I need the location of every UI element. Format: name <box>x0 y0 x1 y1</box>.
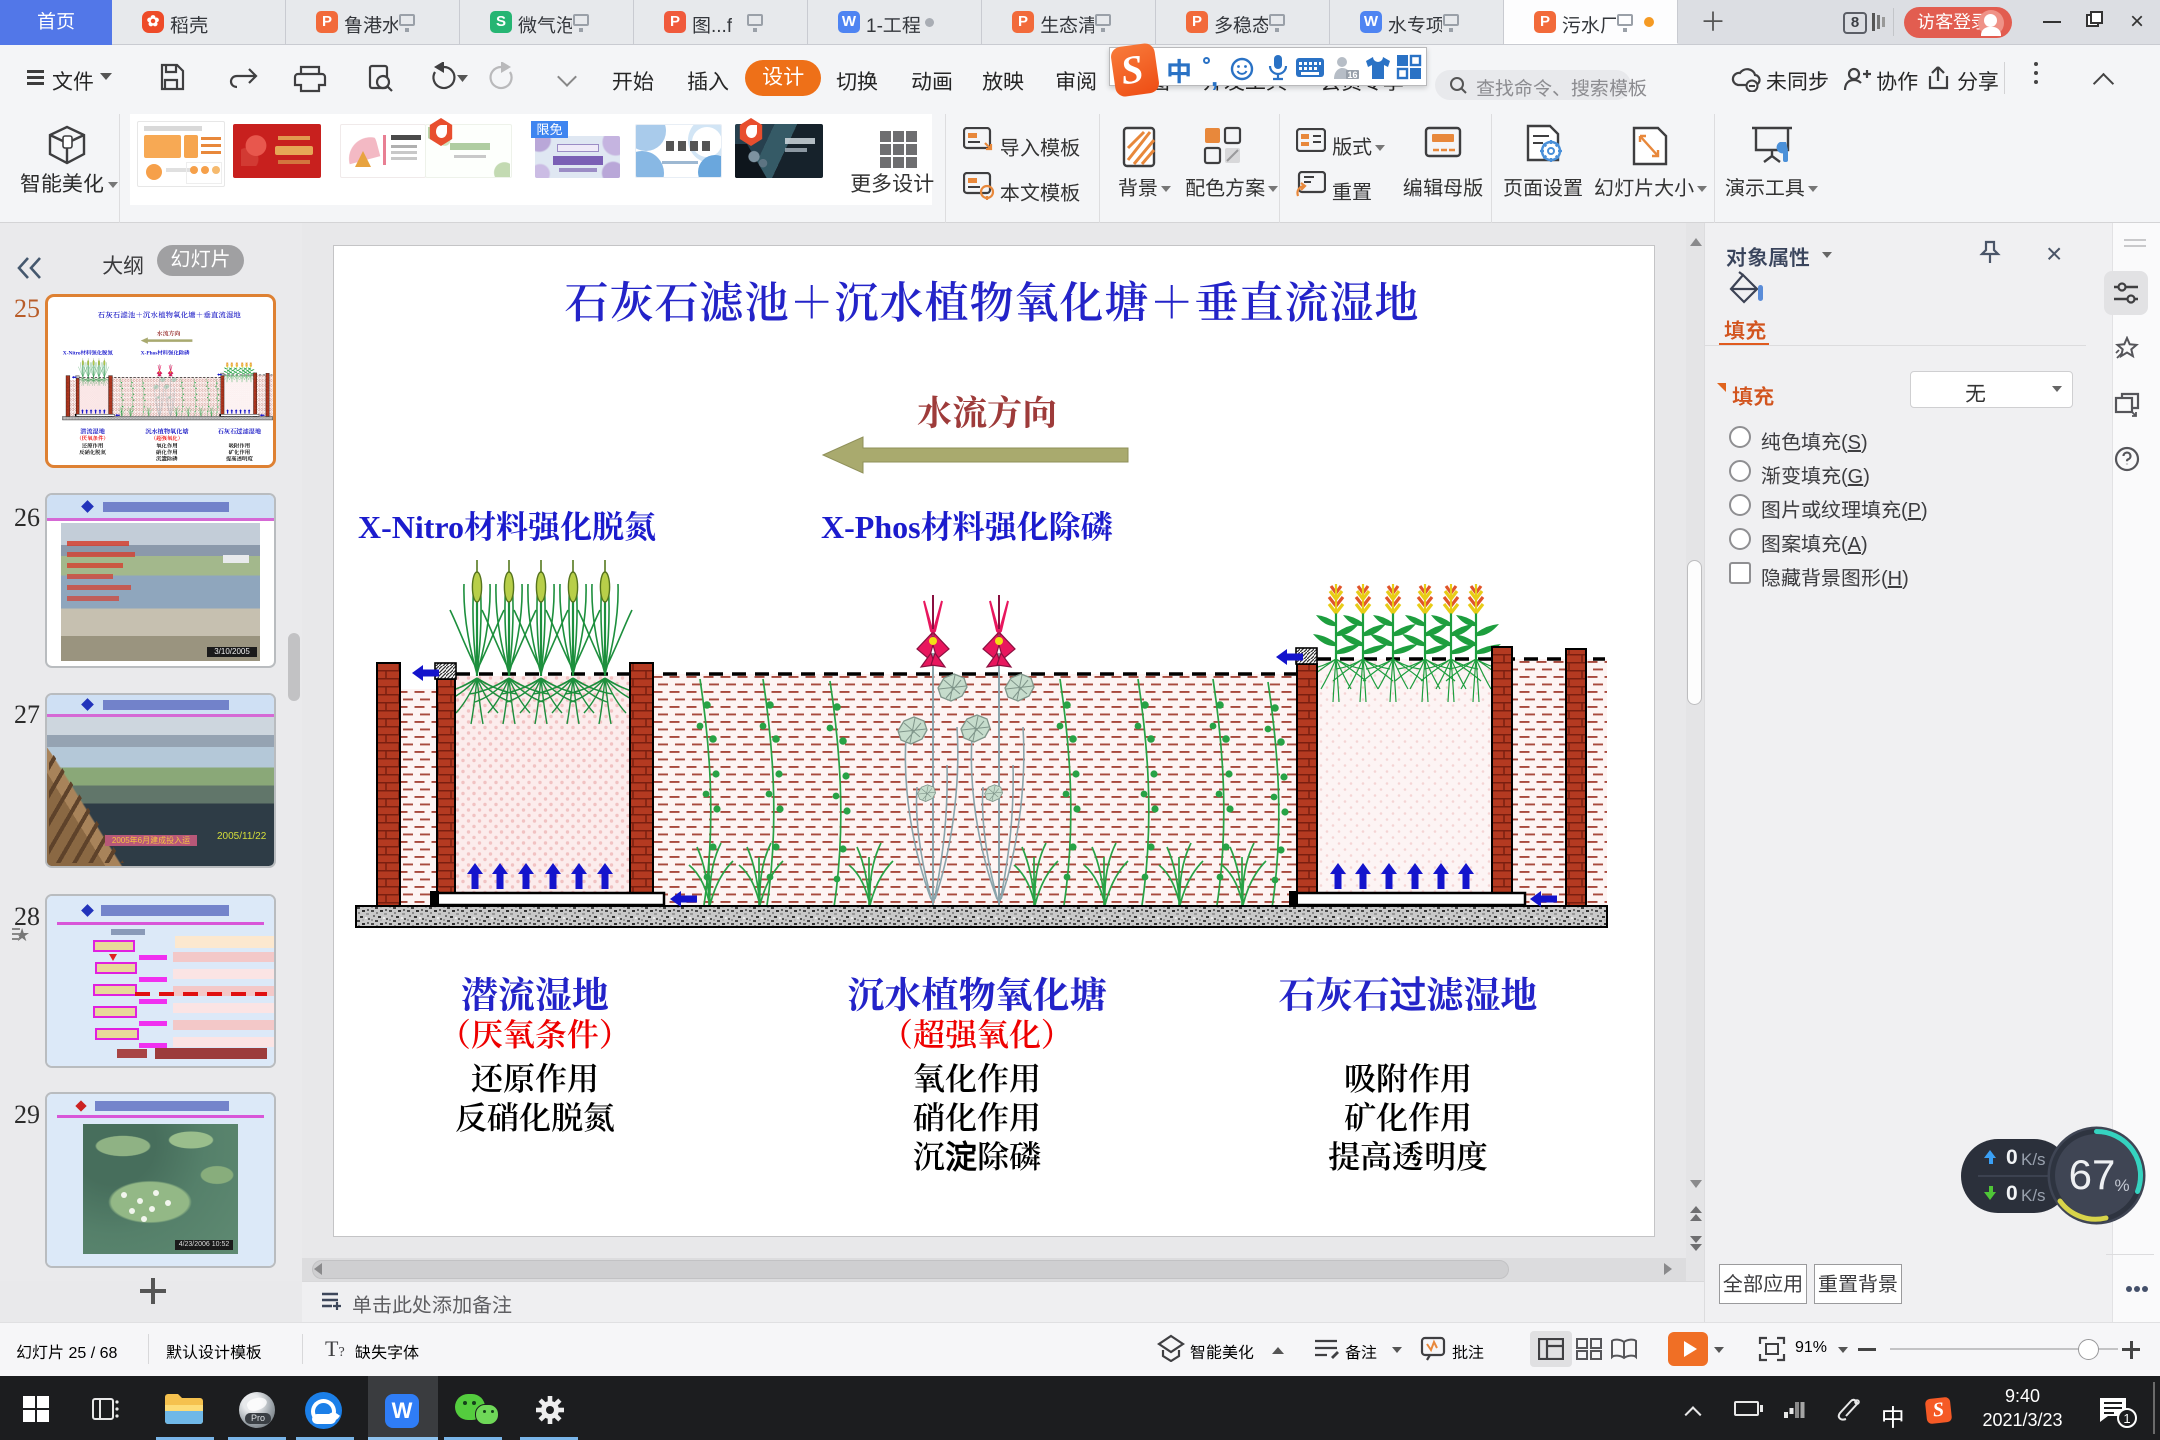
svg-text:%: % <box>2114 1176 2129 1195</box>
svg-text:1: 1 <box>2123 1411 2130 1426</box>
svg-text:16: 16 <box>1347 70 1357 80</box>
svg-text:67: 67 <box>2069 1151 2116 1198</box>
